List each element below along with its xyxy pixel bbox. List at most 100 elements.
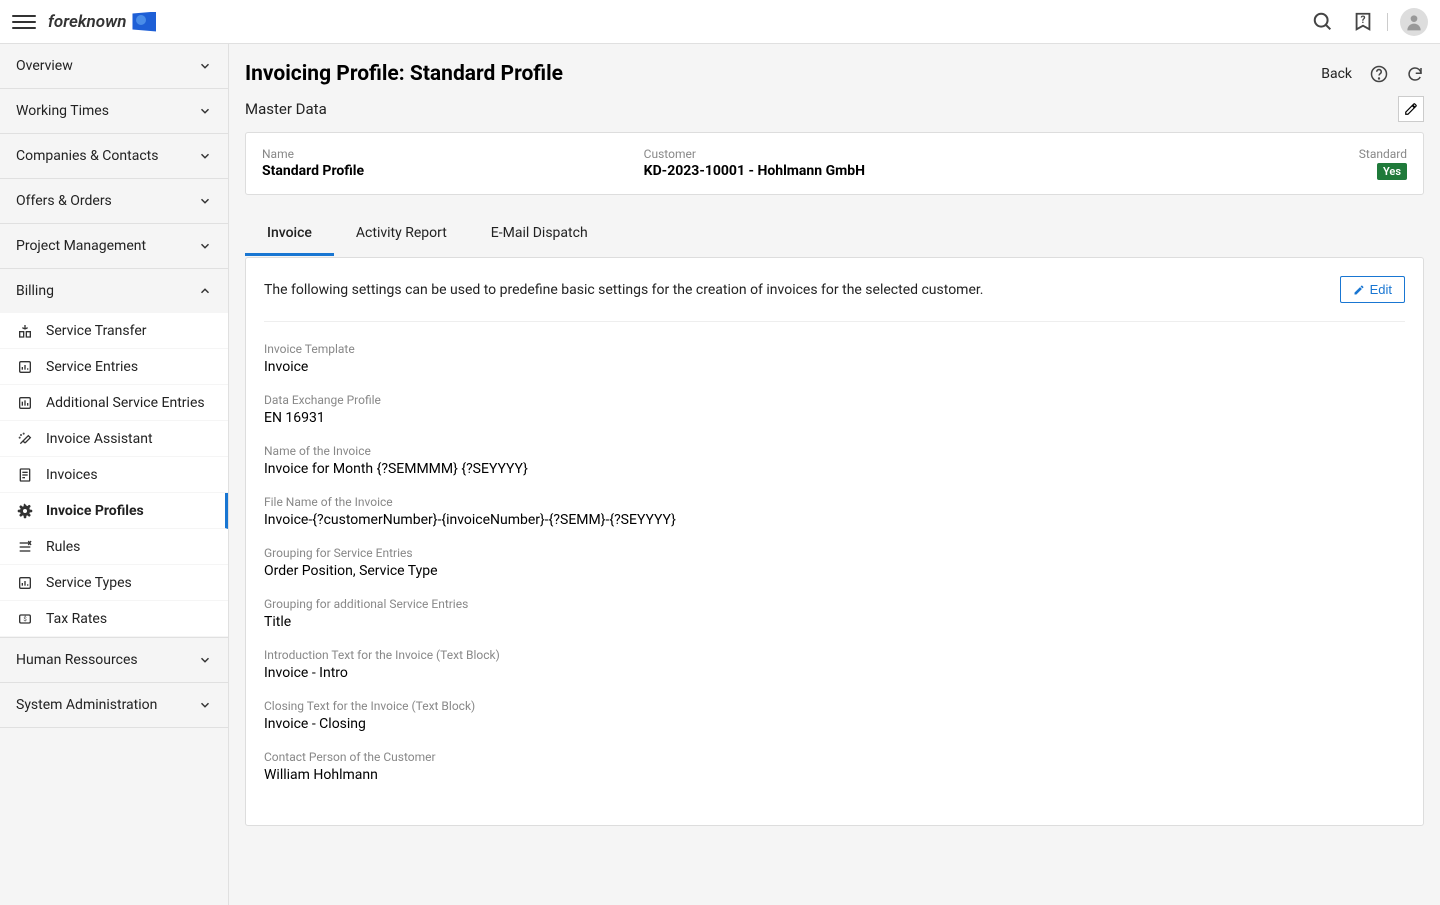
help-icon[interactable]: [1370, 65, 1388, 83]
hamburger-menu[interactable]: [12, 10, 36, 34]
sidebar-item-rules[interactable]: Rules: [0, 529, 228, 565]
chevron-down-icon: [198, 104, 212, 118]
standard-label: Standard: [1025, 147, 1407, 161]
sidebar-section-companies-contacts[interactable]: Companies & Contacts: [0, 134, 228, 178]
chevron-down-icon: [198, 59, 212, 73]
sidebar-item-service-entries[interactable]: Service Entries: [0, 349, 228, 385]
sidebar-section-label: Project Management: [16, 238, 146, 254]
field-closing-text-for-the-invoice-text-block-: Closing Text for the Invoice (Text Block…: [264, 699, 1405, 732]
customer-label: Customer: [644, 147, 1026, 161]
top-divider: [1387, 13, 1388, 31]
field-label: Grouping for additional Service Entries: [264, 597, 1405, 611]
customer-value: KD-2023-10001 - Hohlmann GmbH: [644, 163, 1026, 179]
field-value: Invoice - Closing: [264, 716, 1405, 732]
sidebar-section-overview[interactable]: Overview: [0, 44, 228, 88]
chevron-down-icon: [198, 698, 212, 712]
sidebar-section-human-ressources[interactable]: Human Ressources: [0, 638, 228, 682]
nav-item-icon: [16, 430, 34, 448]
sidebar-item-tax-rates[interactable]: $ Tax Rates: [0, 601, 228, 637]
nav-item-icon: [16, 538, 34, 556]
back-button[interactable]: Back: [1321, 66, 1352, 82]
field-label: Contact Person of the Customer: [264, 750, 1405, 764]
nav-item-icon: [16, 466, 34, 484]
field-value: Invoice: [264, 359, 1405, 375]
invoice-tab-content: The following settings can be used to pr…: [245, 257, 1424, 826]
standard-badge: Yes: [1377, 163, 1407, 180]
tab-activity-report[interactable]: Activity Report: [334, 213, 469, 256]
sidebar-section-label: Billing: [16, 283, 54, 299]
field-contact-person-of-the-customer: Contact Person of the CustomerWilliam Ho…: [264, 750, 1405, 783]
svg-text:$: $: [23, 616, 27, 623]
sidebar: Overview Working Times Companies & Contact…: [0, 44, 229, 905]
section-title: Master Data: [245, 100, 327, 118]
sidebar-item-label: Invoices: [46, 467, 98, 483]
sidebar-section-label: Working Times: [16, 103, 109, 119]
tabs: InvoiceActivity ReportE-Mail Dispatch: [245, 213, 1424, 257]
sidebar-section-project-management[interactable]: Project Management: [0, 224, 228, 268]
sidebar-section-label: Human Ressources: [16, 652, 138, 668]
sidebar-item-label: Service Transfer: [46, 323, 147, 339]
chevron-down-icon: [198, 149, 212, 163]
sidebar-section-label: Offers & Orders: [16, 193, 112, 209]
sidebar-item-label: Tax Rates: [46, 611, 107, 627]
field-data-exchange-profile: Data Exchange ProfileEN 16931: [264, 393, 1405, 426]
field-label: Invoice Template: [264, 342, 1405, 356]
refresh-icon[interactable]: [1406, 65, 1424, 83]
sidebar-item-label: Service Entries: [46, 359, 138, 375]
nav-item-icon: [16, 322, 34, 340]
master-data-card: Name Standard Profile Customer KD-2023-1…: [245, 132, 1424, 195]
field-value: Invoice - Intro: [264, 665, 1405, 681]
edit-master-button[interactable]: [1398, 96, 1424, 122]
edit-button[interactable]: Edit: [1340, 276, 1405, 303]
search-icon[interactable]: [1311, 10, 1335, 34]
chevron-up-icon: [198, 284, 212, 298]
nav-item-icon: [16, 394, 34, 412]
nav-item-icon: $: [16, 610, 34, 628]
name-label: Name: [262, 147, 644, 161]
field-name-of-the-invoice: Name of the Invoice Invoice for Month {?S…: [264, 444, 1405, 477]
sidebar-section-billing[interactable]: Billing: [0, 269, 228, 313]
sidebar-item-label: Additional Service Entries: [46, 395, 205, 411]
sidebar-item-label: Invoice Assistant: [46, 431, 153, 447]
field-file-name-of-the-invoice: File Name of the InvoiceInvoice-{?custom…: [264, 495, 1405, 528]
sidebar-section-system-administration[interactable]: System Administration: [0, 683, 228, 727]
sidebar-item-service-types[interactable]: Service Types: [0, 565, 228, 601]
field-label: Name of the Invoice: [264, 444, 1405, 458]
field-introduction-text-for-the-invoice-text-block-: Introduction Text for the Invoice (Text …: [264, 648, 1405, 681]
chevron-down-icon: [198, 194, 212, 208]
field-value: EN 16931: [264, 410, 1405, 426]
chevron-down-icon: [198, 239, 212, 253]
sidebar-item-invoices[interactable]: Invoices: [0, 457, 228, 493]
chevron-down-icon: [198, 653, 212, 667]
sidebar-item-label: Rules: [46, 539, 80, 555]
page-title: Invoicing Profile: Standard Profile: [245, 62, 563, 86]
tab-e-mail-dispatch[interactable]: E-Mail Dispatch: [469, 213, 610, 256]
field-value: Title: [264, 614, 1405, 630]
field-grouping-for-service-entries: Grouping for Service EntriesOrder Positi…: [264, 546, 1405, 579]
sidebar-section-label: System Administration: [16, 697, 157, 713]
sidebar-item-additional-service-entries[interactable]: Additional Service Entries: [0, 385, 228, 421]
field-value: Order Position, Service Type: [264, 563, 1405, 579]
svg-text:?: ?: [1360, 14, 1365, 25]
sidebar-section-offers-orders[interactable]: Offers & Orders: [0, 179, 228, 223]
sidebar-item-label: Service Types: [46, 575, 132, 591]
sidebar-section-working-times[interactable]: Working Times: [0, 89, 228, 133]
brand-logo-icon: [132, 12, 156, 32]
brand-text: foreknown: [48, 12, 126, 32]
brand[interactable]: foreknown: [48, 12, 156, 32]
sidebar-item-invoice-profiles[interactable]: Invoice Profiles: [0, 493, 228, 529]
help-bookmark-icon[interactable]: ?: [1351, 10, 1375, 34]
user-avatar[interactable]: [1400, 8, 1428, 36]
sidebar-item-label: Invoice Profiles: [46, 503, 144, 519]
field-label: Closing Text for the Invoice (Text Block…: [264, 699, 1405, 713]
name-value: Standard Profile: [262, 163, 644, 179]
nav-item-icon: [16, 574, 34, 592]
main-content: Invoicing Profile: Standard Profile Back…: [229, 44, 1440, 905]
field-value: Invoice for Month {?SEMMMM} {?SEYYYY}: [264, 461, 1405, 477]
fields-container: Invoice Template Invoice Data Exchange Pro…: [264, 342, 1405, 783]
edit-button-label: Edit: [1370, 282, 1392, 297]
sidebar-item-service-transfer[interactable]: Service Transfer: [0, 313, 228, 349]
tab-invoice[interactable]: Invoice: [245, 213, 334, 256]
sidebar-item-invoice-assistant[interactable]: Invoice Assistant: [0, 421, 228, 457]
sidebar-section-label: Overview: [16, 58, 73, 74]
